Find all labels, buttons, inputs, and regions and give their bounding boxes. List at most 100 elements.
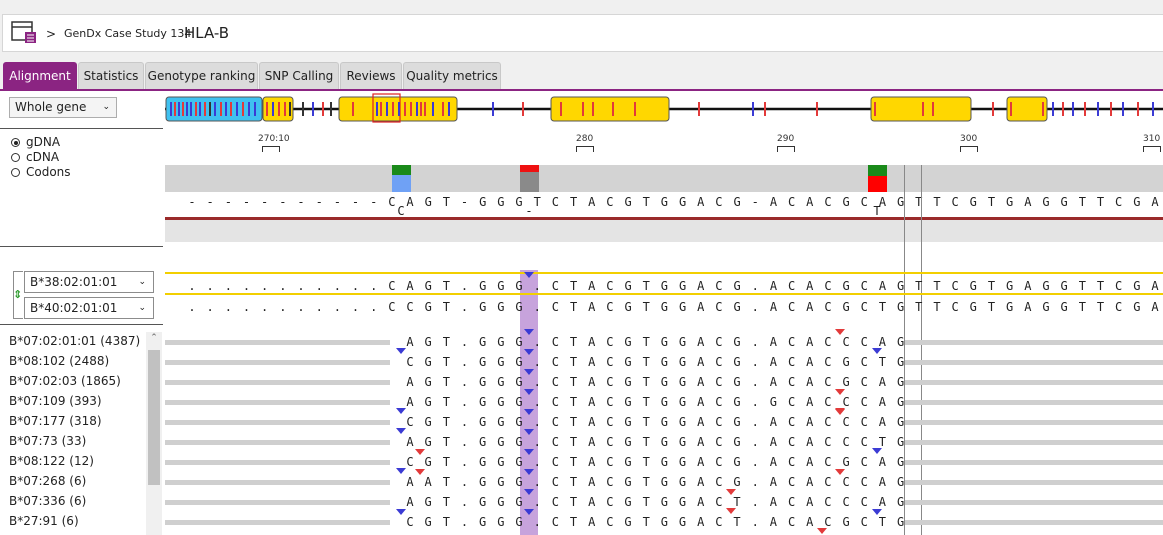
base: G — [842, 515, 850, 529]
mismatch-marker — [524, 389, 534, 395]
candidate-label[interactable]: B*07:02:03 (1865) — [9, 374, 121, 388]
base: C — [951, 279, 959, 293]
base: T — [442, 495, 450, 509]
ruler-tick — [576, 146, 594, 152]
base: C — [860, 435, 868, 449]
base: C — [397, 204, 405, 218]
base: G — [969, 279, 977, 293]
candidate-row[interactable]: CGT.GGG.CTACGTGGACG.ACACCCAG — [165, 413, 1163, 431]
ruler-tick — [1143, 146, 1161, 152]
base: G — [660, 455, 668, 469]
candidate-label[interactable]: B*08:102 (2488) — [9, 354, 109, 368]
snp-marker-top — [868, 165, 887, 176]
base: . — [751, 300, 759, 314]
base: T — [878, 515, 887, 529]
case-icon[interactable] — [11, 20, 37, 44]
base: G — [896, 435, 905, 449]
base: C — [842, 495, 850, 509]
radio-cdna[interactable]: cDNA — [11, 150, 59, 164]
base: G — [678, 415, 687, 429]
base: G — [896, 455, 905, 469]
base: . — [751, 495, 759, 509]
tab-reviews[interactable]: Reviews — [340, 62, 402, 89]
grey-bar — [165, 460, 390, 465]
base: C — [406, 515, 414, 529]
candidate-row[interactable]: AGT.GGG.CTACGTGGACG.GCACCCAG — [165, 393, 1163, 411]
base: G — [969, 300, 977, 314]
base: G — [624, 355, 632, 369]
region-select[interactable]: Whole gene ⌄ — [9, 97, 117, 118]
base: T — [642, 475, 650, 489]
tab-statistics[interactable]: Statistics — [78, 62, 144, 89]
candidate-row[interactable]: AAT.GGG.CTACGTGGACG.ACACCCAG — [165, 473, 1163, 491]
breadcrumb-project[interactable]: GenDx Case Study 134 — [64, 27, 191, 40]
base: T — [642, 515, 650, 529]
base: . — [297, 279, 305, 293]
swap-icon[interactable]: ⇕ — [13, 288, 22, 301]
mismatch-marker — [524, 509, 534, 515]
candidate-row[interactable]: CGT.GGG.CTACGTGGACT.ACACGCTG — [165, 513, 1163, 531]
base: G — [897, 300, 905, 314]
base: A — [806, 415, 814, 429]
candidate-row[interactable]: AGT.GGG.CTACGTGGACG.ACACGCAG — [165, 373, 1163, 391]
candidate-row[interactable]: CGT.GGG.CTACGTGGACG.ACACGCAG — [165, 453, 1163, 471]
base: G — [497, 455, 505, 469]
radio-codons[interactable]: Codons — [11, 165, 71, 179]
candidate-label[interactable]: B*07:268 (6) — [9, 474, 86, 488]
candidate-label[interactable]: B*27:91 (6) — [9, 514, 79, 528]
candidate-row[interactable]: AGT.GGG.CTACGTGGACG.ACACCCAG — [165, 333, 1163, 351]
candidate-label[interactable]: B*07:02:01:01 (4387) — [9, 334, 140, 348]
base: A — [588, 355, 596, 369]
grey-bar — [905, 520, 1163, 525]
chevron-down-icon: ⌄ — [138, 303, 146, 313]
candidate-row[interactable]: AGT.GGG.CTACGTGGACG.ACACCCTG — [165, 433, 1163, 451]
mismatch-marker — [415, 469, 425, 475]
base: G — [497, 395, 505, 409]
candidate-row[interactable]: AGT.GGG.CTACGTGGACT.ACACCCAG — [165, 493, 1163, 511]
base: T — [1096, 300, 1105, 314]
base: T — [642, 300, 650, 314]
base: A — [806, 395, 814, 409]
base: . — [315, 300, 323, 314]
candidate-label[interactable]: B*07:336 (6) — [9, 494, 86, 508]
candidate-label[interactable]: B*07:73 (33) — [9, 434, 86, 448]
base: C — [551, 375, 559, 389]
candidate-label[interactable]: B*07:109 (393) — [9, 394, 102, 408]
base: C — [715, 435, 723, 449]
base: C — [860, 495, 868, 509]
base: C — [606, 475, 614, 489]
base: . — [460, 355, 469, 369]
base: A — [769, 495, 777, 509]
scroll-up-icon[interactable]: ⌃ — [146, 333, 162, 343]
base: A — [588, 335, 596, 349]
base: . — [751, 515, 759, 529]
allele1-select[interactable]: B*38:02:01:01 ⌄ — [24, 271, 154, 293]
candidate-row[interactable]: CGT.GGG.CTACGTGGACG.ACACGCTG — [165, 353, 1163, 371]
mismatch-marker — [835, 469, 845, 475]
scrollbar-thumb[interactable] — [148, 350, 160, 485]
base: A — [806, 300, 814, 314]
base: C — [715, 355, 723, 369]
allele2-select[interactable]: B*40:02:01:01 ⌄ — [24, 297, 154, 319]
reference-lower-track — [165, 220, 1163, 242]
base: . — [351, 279, 360, 293]
base: . — [188, 300, 196, 314]
base: G — [479, 515, 487, 529]
base: C — [388, 279, 396, 293]
base: A — [806, 495, 814, 509]
base: C — [860, 335, 868, 349]
base: T — [915, 300, 923, 314]
tab-genotype-ranking[interactable]: Genotype ranking — [145, 62, 258, 89]
tab-quality-metrics[interactable]: Quality metrics — [403, 62, 501, 89]
base: T — [569, 415, 578, 429]
candidate-label[interactable]: B*08:122 (12) — [9, 454, 94, 468]
tab-alignment[interactable]: Alignment — [3, 62, 77, 89]
base: G — [424, 279, 432, 293]
base: C — [606, 415, 614, 429]
candidate-label[interactable]: B*07:177 (318) — [9, 414, 102, 428]
radio-gdna[interactable]: gDNA — [11, 135, 60, 149]
tab-snp-calling[interactable]: SNP Calling — [259, 62, 339, 89]
gene-overview[interactable] — [163, 91, 1163, 129]
base: G — [1060, 300, 1068, 314]
base: C — [860, 415, 868, 429]
